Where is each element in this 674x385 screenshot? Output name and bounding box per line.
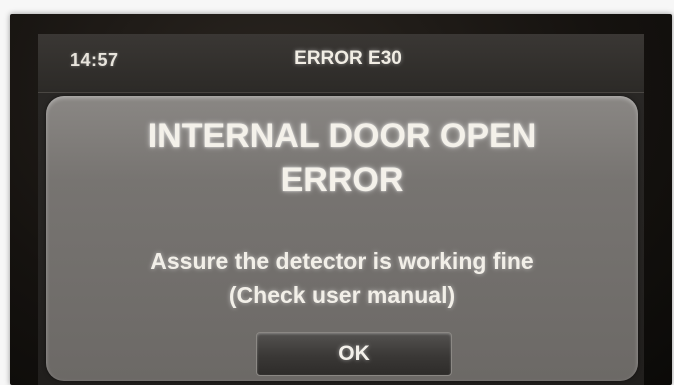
dialog-title-line: ERROR: [280, 161, 404, 199]
dialog-message-line: (Check user manual): [228, 282, 456, 308]
clock-time: 14:57: [70, 50, 119, 70]
dialog-title-line: INTERNAL DOOR OPEN: [147, 117, 537, 155]
error-dialog: INTERNAL DOOR OPEN ERROR Assure the dete…: [46, 96, 638, 381]
photo-frame: 14:57 ERROR E30 INTERNAL DOOR OPEN ERROR…: [0, 0, 674, 385]
device-screen: 14:57 ERROR E30 INTERNAL DOOR OPEN ERROR…: [38, 34, 644, 385]
dialog-message-line: Assure the detector is working fine: [150, 248, 534, 274]
ok-button[interactable]: OK: [256, 332, 452, 376]
status-bar: 14:57 ERROR E30: [38, 34, 644, 93]
dialog-message: Assure the detector is working fine (Che…: [46, 244, 638, 312]
error-code-title: ERROR E30: [294, 48, 402, 69]
device-bezel: 14:57 ERROR E30 INTERNAL DOOR OPEN ERROR…: [10, 14, 672, 385]
dialog-title: INTERNAL DOOR OPEN ERROR: [46, 114, 638, 202]
